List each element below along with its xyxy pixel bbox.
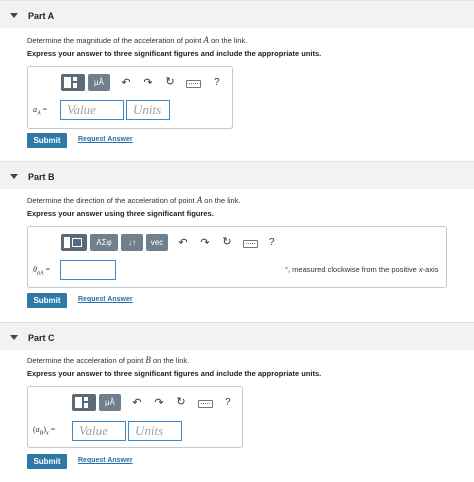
part-b-title: Part B <box>28 172 55 182</box>
help-icon[interactable]: ? <box>269 237 275 248</box>
reset-icon[interactable]: ↻ <box>164 75 176 88</box>
vector-button[interactable]: vec <box>146 234 168 251</box>
help-icon[interactable]: ? <box>225 397 231 408</box>
part-c-submit-button[interactable]: Submit <box>27 454 67 469</box>
collapse-triangle-icon[interactable] <box>10 335 18 340</box>
arrows-button[interactable]: ↓↑ <box>121 234 143 251</box>
collapse-triangle-icon[interactable] <box>10 13 18 18</box>
collapse-triangle-icon[interactable] <box>10 174 18 179</box>
undo-icon[interactable]: ↶ <box>177 236 189 249</box>
part-c-answer-box: μÅ ↶ ↷ ↻ ? (aB)x = Value Units <box>27 386 243 448</box>
part-b-submit-button[interactable]: Submit <box>27 293 67 308</box>
part-a-submit-button[interactable]: Submit <box>27 133 67 148</box>
part-a-answer-box: μÅ ↶ ↷ ↻ ? aA = Value Units <box>27 66 233 129</box>
part-c-label: (aB)x = <box>33 425 56 437</box>
part-a-title: Part A <box>28 11 55 21</box>
part-b-question: Determine the direction of the accelerat… <box>27 195 241 205</box>
undo-icon[interactable]: ↶ <box>131 396 143 409</box>
value-input[interactable]: Value <box>72 421 126 441</box>
part-b-header[interactable]: Part B <box>0 161 474 189</box>
part-c-title: Part C <box>28 333 55 343</box>
keyboard-icon[interactable] <box>243 240 258 248</box>
template-grid-icon <box>75 397 93 408</box>
angle-input[interactable] <box>60 260 116 280</box>
units-button[interactable]: μÅ <box>99 394 121 411</box>
undo-icon[interactable]: ↶ <box>120 76 132 89</box>
keyboard-icon[interactable] <box>198 400 213 408</box>
part-b-instruction: Express your answer using three signific… <box>27 209 214 218</box>
part-a-request-answer-link[interactable]: Request Answer <box>78 136 133 143</box>
part-c-instruction: Express your answer to three significant… <box>27 369 322 378</box>
keyboard-icon[interactable] <box>186 80 201 88</box>
part-a-label: aA = <box>33 105 48 117</box>
redo-icon[interactable]: ↷ <box>199 236 211 249</box>
part-a-header[interactable]: Part A <box>0 0 474 28</box>
part-c-request-answer-link[interactable]: Request Answer <box>78 457 133 464</box>
units-input[interactable]: Units <box>126 100 170 120</box>
greek-symbols-button[interactable]: ΑΣφ <box>90 234 118 251</box>
reset-icon[interactable]: ↻ <box>175 395 187 408</box>
part-a-instruction: Express your answer to three significant… <box>27 49 322 58</box>
part-b-request-answer-link[interactable]: Request Answer <box>78 296 133 303</box>
part-c-header[interactable]: Part C <box>0 322 474 350</box>
redo-icon[interactable]: ↷ <box>142 76 154 89</box>
part-b-answer-box: ΑΣφ ↓↑ vec ↶ ↷ ↻ ? θaA = °, measured clo… <box>27 226 447 288</box>
template-grid-icon <box>64 237 84 248</box>
template-button[interactable] <box>72 394 96 411</box>
reset-icon[interactable]: ↻ <box>221 235 233 248</box>
template-sqrt-button[interactable] <box>61 234 87 251</box>
redo-icon[interactable]: ↷ <box>153 396 165 409</box>
units-input[interactable]: Units <box>128 421 182 441</box>
value-input[interactable]: Value <box>60 100 124 120</box>
part-c-question: Determine the acceleration of point B on… <box>27 355 190 365</box>
template-grid-icon <box>64 77 82 88</box>
part-b-label: θaA = <box>33 265 51 277</box>
units-button[interactable]: μÅ <box>88 74 110 91</box>
template-button[interactable] <box>61 74 85 91</box>
part-a-question: Determine the magnitude of the accelerat… <box>27 35 248 45</box>
part-b-unit-suffix: °, measured clockwise from the positive … <box>285 265 439 274</box>
help-icon[interactable]: ? <box>214 77 220 88</box>
